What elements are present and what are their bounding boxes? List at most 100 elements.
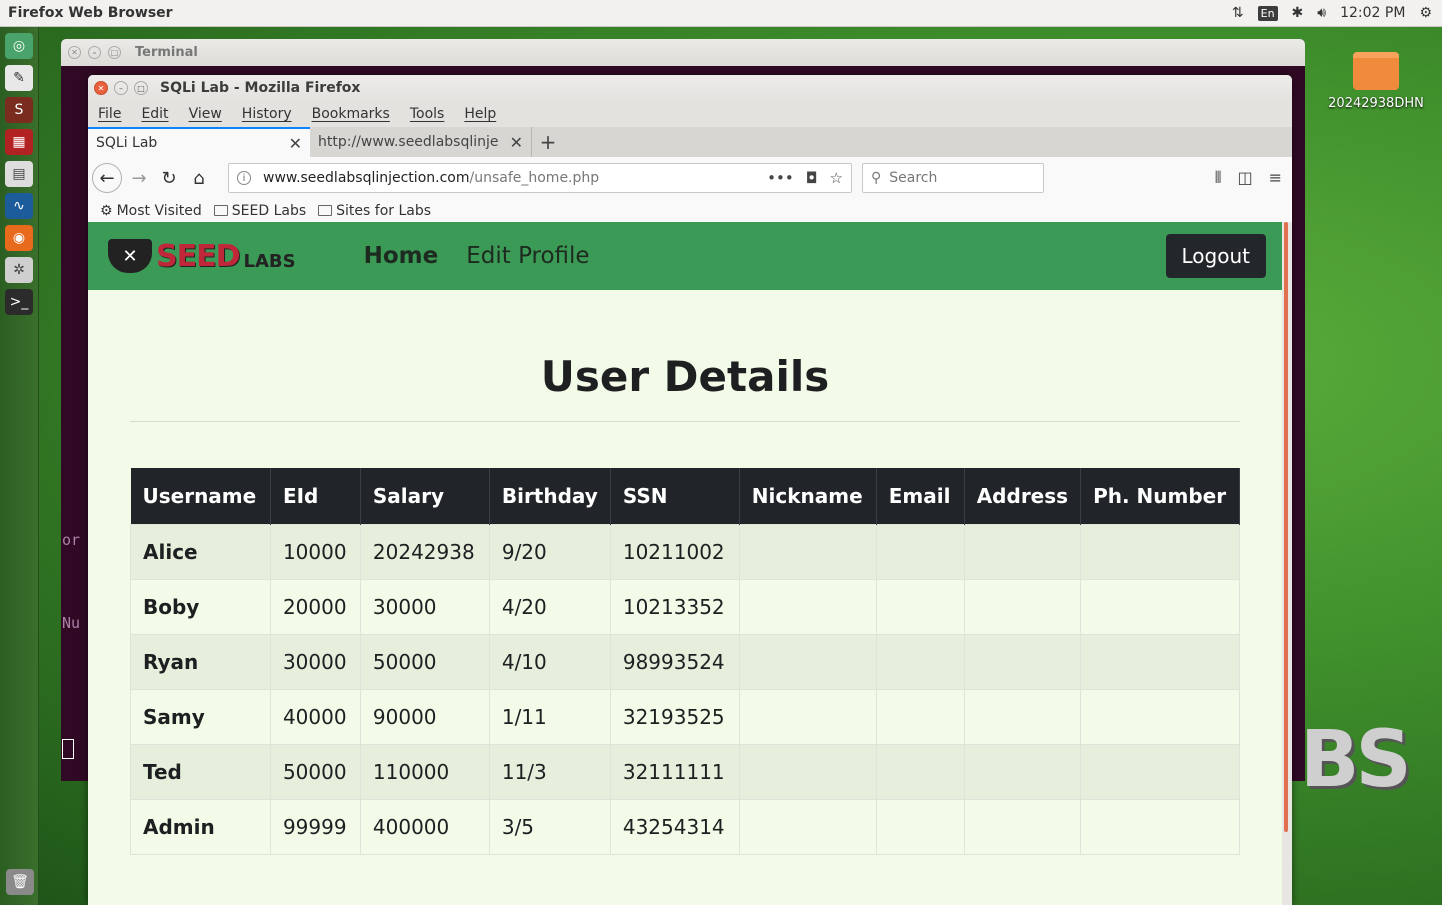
scrollbar-thumb[interactable]: [1284, 222, 1288, 832]
sidebar-icon[interactable]: ◫: [1237, 168, 1252, 188]
close-tab-icon[interactable]: ✕: [510, 133, 523, 152]
home-icon[interactable]: ⌂: [184, 163, 214, 193]
page-actions-icon[interactable]: •••: [767, 169, 794, 187]
table-cell: 98993524: [609, 633, 740, 690]
close-icon[interactable]: ✕: [94, 81, 108, 95]
menu-file[interactable]: File: [98, 106, 121, 122]
volume-icon[interactable]: 🔊︎: [1317, 5, 1326, 21]
minimize-icon[interactable]: –: [114, 81, 128, 95]
bookmark-seed-labs[interactable]: SEED Labs: [213, 203, 306, 219]
table-cell: Boby: [130, 578, 271, 635]
table-row: Ted 50000 110000 11/3 32111111: [130, 743, 1240, 800]
seedlabs-logo[interactable]: ✕ SEED LABS: [108, 239, 296, 274]
url-bar[interactable]: i www.seedlabsqlinjection.com/unsafe_hom…: [228, 163, 852, 193]
desktop-folder[interactable]: 20242938DHN: [1326, 52, 1426, 111]
table-cell: 4/20: [488, 578, 611, 635]
table-cell: [738, 633, 877, 690]
tab-label: http://www.seedlabsqlinje: [318, 134, 499, 150]
table-cell: [963, 523, 1082, 580]
menu-bookmarks[interactable]: Bookmarks: [312, 106, 390, 122]
network-icon[interactable]: ⇅: [1232, 5, 1244, 21]
system-settings-icon[interactable]: ✲: [5, 257, 33, 283]
nav-home-link[interactable]: Home: [364, 243, 439, 269]
bookmark-sites-for-labs[interactable]: Sites for Labs: [318, 203, 431, 219]
nav-edit-profile-link[interactable]: Edit Profile: [466, 243, 589, 269]
text-editor-icon[interactable]: ✎: [5, 65, 33, 91]
table-cell: [1080, 798, 1240, 855]
terminal-icon[interactable]: >_: [5, 289, 33, 315]
table-cell: [738, 743, 877, 800]
maximize-icon[interactable]: □: [108, 46, 121, 59]
minimize-icon[interactable]: –: [88, 46, 101, 59]
folder-icon: [1353, 52, 1399, 90]
menu-help[interactable]: Help: [464, 106, 496, 122]
keyboard-layout-indicator[interactable]: En: [1257, 5, 1278, 21]
table-cell: [875, 743, 965, 800]
table-cell: 20242938: [359, 523, 490, 580]
info-icon[interactable]: i: [237, 171, 251, 185]
pocket-icon[interactable]: ◘: [806, 169, 818, 187]
hamburger-menu-icon[interactable]: ≡: [1269, 168, 1282, 188]
table-cell: Admin: [130, 798, 271, 855]
maximize-icon[interactable]: □: [134, 81, 148, 95]
new-tab-plus-icon[interactable]: +: [532, 127, 564, 157]
terminal-red-icon[interactable]: ▦: [5, 129, 33, 155]
menu-edit[interactable]: Edit: [141, 106, 168, 122]
menu-history[interactable]: History: [242, 106, 292, 122]
dash-icon[interactable]: ◎: [5, 33, 33, 59]
bookmark-star-icon[interactable]: ☆: [830, 169, 843, 187]
close-tab-icon[interactable]: ✕: [289, 134, 302, 153]
logout-button[interactable]: Logout: [1165, 234, 1266, 278]
sublime-icon[interactable]: S: [5, 97, 33, 123]
table-cell: [738, 798, 877, 855]
wrench-shield-icon: ✕: [108, 239, 152, 273]
table-cell: [875, 633, 965, 690]
table-cell: Samy: [130, 688, 271, 745]
divider: [130, 421, 1240, 422]
table-cell: 32111111: [609, 743, 740, 800]
tab-sqli-lab[interactable]: SQLi Lab ✕: [88, 127, 310, 157]
firefox-window[interactable]: ✕ – □ SQLi Lab - Mozilla Firefox File Ed…: [88, 75, 1292, 905]
close-icon[interactable]: ✕: [68, 46, 81, 59]
table-cell: [1080, 523, 1240, 580]
settings-gear-icon[interactable]: ⚙: [1419, 5, 1432, 21]
files-icon[interactable]: ▤: [5, 161, 33, 187]
table-cell: Ted: [130, 743, 271, 800]
system-tray: ⇅ En ✱ 🔊︎ 12:02 PM ⚙: [1232, 5, 1442, 21]
clock[interactable]: 12:02 PM: [1340, 5, 1405, 21]
bookmark-most-visited[interactable]: ⚙ Most Visited: [100, 203, 202, 219]
column-header: Email: [876, 468, 965, 524]
firefox-icon[interactable]: ◉: [5, 225, 33, 251]
menu-tools[interactable]: Tools: [410, 106, 445, 122]
table-cell: [1080, 633, 1240, 690]
table-cell: [738, 523, 877, 580]
site-navbar: ✕ SEED LABS Home Edit Profile Logout: [88, 222, 1282, 290]
page-title: User Details: [540, 352, 830, 401]
search-input[interactable]: ⚲ Search: [862, 163, 1044, 193]
column-header: EId: [270, 468, 361, 524]
bluetooth-icon[interactable]: ✱: [1292, 5, 1304, 21]
page-scrollbar[interactable]: [1282, 222, 1292, 905]
table-cell: 30000: [269, 633, 361, 690]
menu-view[interactable]: View: [189, 106, 222, 122]
window-title: SQLi Lab - Mozilla Firefox: [160, 80, 361, 96]
table-cell: 40000: [269, 688, 361, 745]
table-row: Boby 20000 30000 4/20 10213352: [130, 578, 1240, 635]
back-arrow-icon[interactable]: ←: [92, 163, 122, 193]
column-header: Username: [130, 468, 271, 524]
trash-icon[interactable]: 🗑︎: [6, 869, 34, 895]
nav-toolbar: ← → ↻ ⌂ i www.seedlabsqlinjection.com/un…: [88, 157, 1292, 199]
table-cell: [875, 688, 965, 745]
library-icon[interactable]: ⫴: [1215, 168, 1222, 188]
table-cell: Ryan: [130, 633, 271, 690]
url-path: /unsafe_home.php: [469, 170, 600, 186]
logo-seed-text: SEED: [156, 238, 240, 274]
tab-seedlab-url[interactable]: http://www.seedlabsqlinje ✕: [310, 127, 532, 157]
table-cell: [875, 523, 965, 580]
reload-icon[interactable]: ↻: [154, 163, 184, 193]
wireshark-icon[interactable]: ∿: [5, 193, 33, 219]
table-cell: [1080, 688, 1240, 745]
forward-arrow-icon[interactable]: →: [124, 163, 154, 193]
terminal-cursor: [62, 739, 74, 759]
table-cell: [963, 688, 1082, 745]
